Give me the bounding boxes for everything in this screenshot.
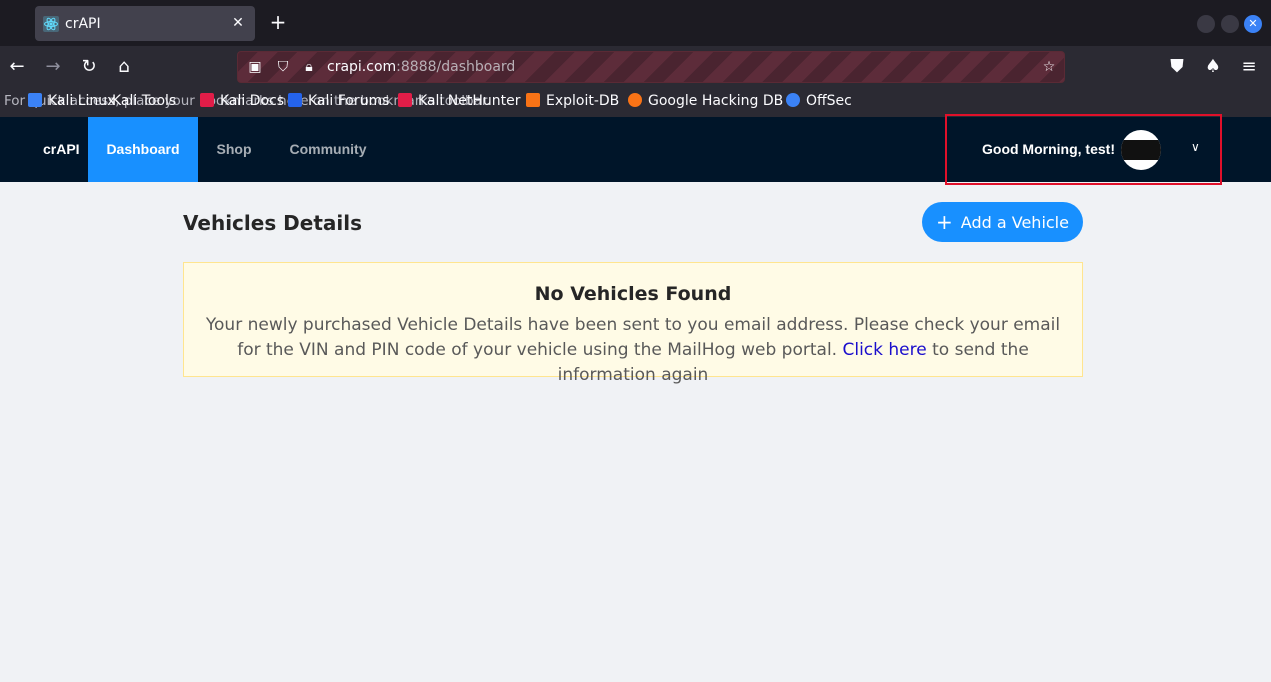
tab-close-icon[interactable]: ✕ — [229, 14, 247, 32]
browser-tab-bar: crAPI ✕ + ✕ — [0, 0, 1271, 46]
bookmark-exploit-db[interactable]: Exploit-DB — [526, 93, 619, 109]
bookmark-kali-tools[interactable]: Kali Tools — [112, 93, 176, 109]
bookmark-kali-nethunter[interactable]: Kali NetHunter — [398, 93, 520, 109]
bookmark-offsec[interactable]: OffSec — [786, 93, 852, 109]
tab-title: crAPI — [65, 15, 101, 32]
url-text[interactable]: crapi.com:8888/dashboard — [327, 59, 515, 75]
pocket-icon[interactable]: ⛊ — [1166, 56, 1188, 78]
bookmarks-toolbar: For quick access, place your bookmarks h… — [0, 88, 1271, 117]
tab-community[interactable]: Community — [272, 117, 384, 182]
new-tab-icon[interactable]: + — [268, 12, 288, 32]
alert-title: No Vehicles Found — [534, 283, 732, 305]
shield-icon[interactable]: ⛉ — [274, 58, 292, 76]
add-vehicle-label: Add a Vehicle — [960, 212, 1069, 232]
back-arrow-icon[interactable]: ← — [6, 56, 28, 78]
kali-forums-icon — [288, 93, 302, 107]
tab-dashboard[interactable]: Dashboard — [88, 117, 198, 182]
browser-tab[interactable]: crAPI ✕ — [35, 6, 255, 41]
menu-hamburger-icon[interactable]: ≡ — [1238, 56, 1260, 78]
maximize-window-icon[interactable] — [1221, 15, 1239, 33]
browser-nav-bar: ← → ↻ ⌂ ▣ ⛉ 🔒︎ crapi.com:8888/dashboard … — [0, 46, 1271, 88]
brand-logo[interactable]: crAPI — [43, 141, 80, 157]
address-bar[interactable]: ▣ ⛉ 🔒︎ crapi.com:8888/dashboard ☆ — [237, 51, 1065, 83]
extension-icon[interactable]: ♠ — [1202, 56, 1224, 78]
no-vehicles-alert: No Vehicles Found Your newly purchased V… — [183, 262, 1083, 385]
add-vehicle-button[interactable]: + Add a Vehicle — [922, 202, 1083, 242]
exploit-db-icon — [526, 93, 540, 107]
annotation-highlight-box — [945, 114, 1222, 185]
react-favicon-icon — [43, 15, 59, 32]
bookmark-star-icon[interactable]: ☆ — [1040, 58, 1058, 76]
bookmark-kali-docs[interactable]: Kali Docs — [200, 93, 284, 109]
ghdb-icon — [628, 93, 642, 107]
tab-shop[interactable]: Shop — [200, 117, 268, 182]
plus-icon: + — [936, 210, 953, 234]
bookmark-kali-forums[interactable]: Kali Forums — [288, 93, 389, 109]
forward-arrow-icon[interactable]: → — [42, 56, 64, 78]
page-title: Vehicles Details — [183, 211, 363, 235]
robot-icon: ▣ — [248, 59, 262, 75]
close-window-icon[interactable]: ✕ — [1244, 15, 1262, 33]
reload-icon[interactable]: ↻ — [78, 56, 100, 78]
kali-docs-icon — [200, 93, 214, 107]
kali-icon — [28, 93, 42, 107]
offsec-icon — [786, 93, 800, 107]
home-icon[interactable]: ⌂ — [113, 56, 135, 78]
lock-icon[interactable]: 🔒︎ — [300, 58, 318, 76]
nethunter-icon — [398, 93, 412, 107]
resend-link[interactable]: Click here — [842, 340, 926, 360]
bookmark-kali-linux[interactable]: Kali Linux — [28, 93, 115, 109]
minimize-window-icon[interactable] — [1197, 15, 1215, 33]
bookmark-google-hacking-db[interactable]: Google Hacking DB — [628, 93, 783, 109]
alert-body: Your newly purchased Vehicle Details hav… — [203, 313, 1063, 388]
